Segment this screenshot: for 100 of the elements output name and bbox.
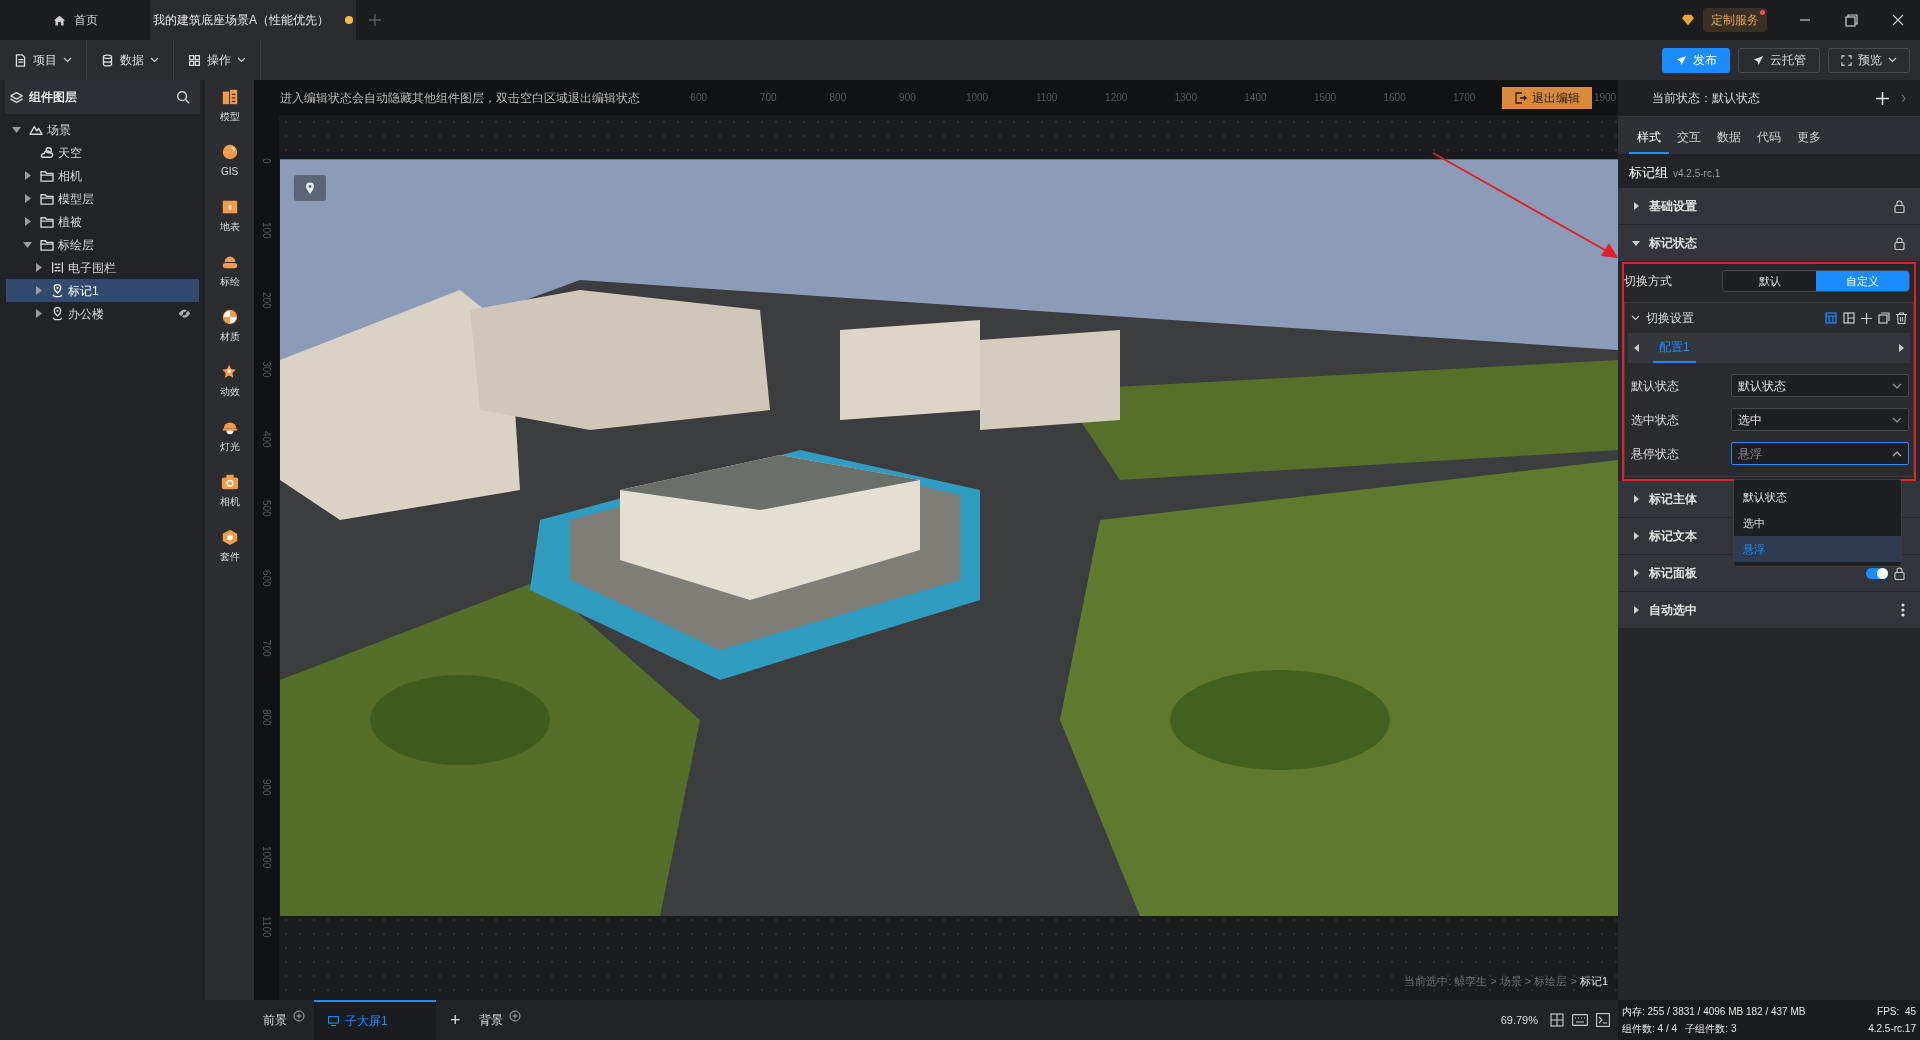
cloud-hosting-button[interactable]: 云托管: [1738, 47, 1820, 73]
component-tool[interactable]: 相机: [209, 473, 250, 509]
scroll-right-icon[interactable]: [1899, 344, 1904, 352]
segment-button[interactable]: 默认: [1723, 271, 1816, 291]
chevron-up-icon: [1892, 450, 1902, 457]
panel-layout-icon[interactable]: [1843, 312, 1855, 324]
component-tool[interactable]: 灯光: [209, 418, 250, 454]
cloud-sun-icon: [40, 146, 54, 159]
tree-item[interactable]: 办公楼: [6, 302, 199, 325]
location-button[interactable]: [294, 175, 326, 201]
tree-item[interactable]: 天空: [6, 141, 199, 164]
folder-icon: [40, 192, 54, 205]
ruler-label: 600: [260, 570, 273, 587]
fps-counter: FPS: 45: [1877, 1005, 1916, 1019]
more-icon[interactable]: [1901, 603, 1905, 617]
preview-button[interactable]: 预览: [1828, 47, 1910, 73]
select-field[interactable]: 悬浮: [1731, 442, 1909, 465]
ruler-label: 0: [260, 158, 273, 164]
ruler-label: 1200: [1105, 91, 1128, 105]
trash-icon[interactable]: [1896, 312, 1907, 324]
ruler-label: 700: [260, 639, 273, 657]
building-icon: [220, 88, 239, 106]
screen-tab[interactable]: 子大屏1: [314, 1000, 436, 1040]
tree-item[interactable]: 标记1: [6, 279, 199, 302]
ruler-label: 1300: [1174, 91, 1197, 105]
tree-item[interactable]: 标绘层: [6, 233, 199, 256]
search-icon[interactable]: [176, 90, 190, 104]
tree-item[interactable]: 相机: [6, 164, 199, 187]
select-field[interactable]: 默认状态: [1731, 374, 1909, 397]
add-screen-button[interactable]: +: [436, 1000, 475, 1040]
location-pin-icon: [51, 283, 64, 298]
field-label: 切换方式: [1624, 273, 1673, 290]
eye-slash-icon[interactable]: [178, 308, 191, 319]
tab[interactable]: 数据: [1709, 122, 1749, 154]
folder-icon: [40, 169, 54, 182]
folder-icon: [40, 215, 54, 228]
section-header[interactable]: 自动选中: [1618, 592, 1920, 629]
component-count: 组件数: 4 / 4 子组件数: 3: [1622, 1022, 1737, 1036]
tab[interactable]: 交互: [1669, 122, 1709, 154]
screen-tab[interactable]: 前景: [254, 1000, 314, 1040]
component-tool[interactable]: 标绘: [209, 253, 250, 289]
keyboard-icon[interactable]: [1572, 1014, 1588, 1026]
fullscreen-icon: [1841, 54, 1852, 66]
component-tool[interactable]: 动效: [209, 363, 250, 399]
tab[interactable]: 代码: [1749, 122, 1789, 154]
ruler-label: 1400: [1244, 91, 1267, 105]
fit-screen-icon[interactable]: [1550, 1013, 1564, 1027]
toggle-switch[interactable]: [1866, 567, 1888, 579]
lock-icon[interactable]: [1894, 566, 1905, 580]
component-tool[interactable]: 套件: [209, 528, 250, 564]
folder-icon: [40, 238, 54, 251]
tree-item[interactable]: 植被: [6, 210, 199, 233]
select-field[interactable]: 选中: [1731, 408, 1909, 431]
copy-icon[interactable]: [1878, 312, 1890, 324]
tree-item[interactable]: 模型层: [6, 187, 199, 210]
ruler-label: 800: [260, 709, 273, 726]
ruler-label: 900: [899, 91, 916, 105]
dropdown-option[interactable]: 默认状态: [1734, 484, 1901, 510]
scroll-left-icon[interactable]: [1634, 344, 1639, 352]
restore-icon[interactable]: [1845, 13, 1858, 27]
tab[interactable]: 更多: [1789, 122, 1829, 154]
screen-tab[interactable]: 背景: [474, 1000, 525, 1040]
camera-icon: [220, 473, 239, 491]
component-tool[interactable]: 模型: [209, 88, 250, 124]
exit-edit-button[interactable]: 退出编辑: [1502, 86, 1592, 109]
section-header[interactable]: 基础设置: [1618, 188, 1920, 225]
tab[interactable]: 我的建筑底座场景A（性能优先）: [150, 0, 356, 40]
tree-item[interactable]: 电子围栏: [6, 256, 199, 279]
close-icon[interactable]: [1892, 14, 1904, 26]
chevron-down-icon[interactable]: [1631, 315, 1640, 321]
add-icon[interactable]: [1861, 312, 1872, 324]
config-tab[interactable]: 配置1: [1653, 333, 1696, 363]
component-name: 标记组: [1629, 164, 1668, 182]
component-tool[interactable]: 地表: [209, 198, 250, 234]
version-label: 4.2.5-rc.17: [1868, 1022, 1916, 1036]
lock-icon[interactable]: [1894, 199, 1905, 213]
dropdown-option[interactable]: 选中: [1734, 510, 1901, 536]
memory-status: 内存: 255 / 3831 / 4096 MB 182 / 437 MB: [1622, 1005, 1806, 1019]
ruler-label: 1100: [1035, 91, 1058, 105]
component-tool[interactable]: GIS: [209, 143, 250, 179]
ruler-label: 1000: [965, 91, 989, 105]
terminal-icon[interactable]: [1596, 1013, 1610, 1027]
tree-item[interactable]: 场景: [6, 118, 199, 141]
table-layout-icon[interactable]: [1825, 312, 1837, 324]
add-icon[interactable]: [1876, 91, 1889, 105]
service-button[interactable]: 定制服务: [1703, 8, 1767, 32]
ruler-label: 300: [260, 361, 273, 378]
lock-icon[interactable]: [1894, 236, 1905, 250]
section-header[interactable]: 标记状态: [1618, 225, 1920, 262]
zoom-level: 69.79%: [1500, 1012, 1538, 1028]
chevron-right-icon[interactable]: [1901, 93, 1906, 103]
sphere-icon: [220, 308, 239, 326]
panel-title: 组件图层: [29, 89, 78, 106]
database-icon: [101, 53, 114, 67]
add-circle-icon: [293, 1010, 305, 1022]
layers-icon: [10, 90, 23, 104]
chevron-down-icon: [1892, 382, 1902, 389]
monitor-icon: [328, 1016, 339, 1026]
ruler-label: 100: [260, 222, 273, 239]
component-tool[interactable]: 材质: [209, 308, 250, 344]
